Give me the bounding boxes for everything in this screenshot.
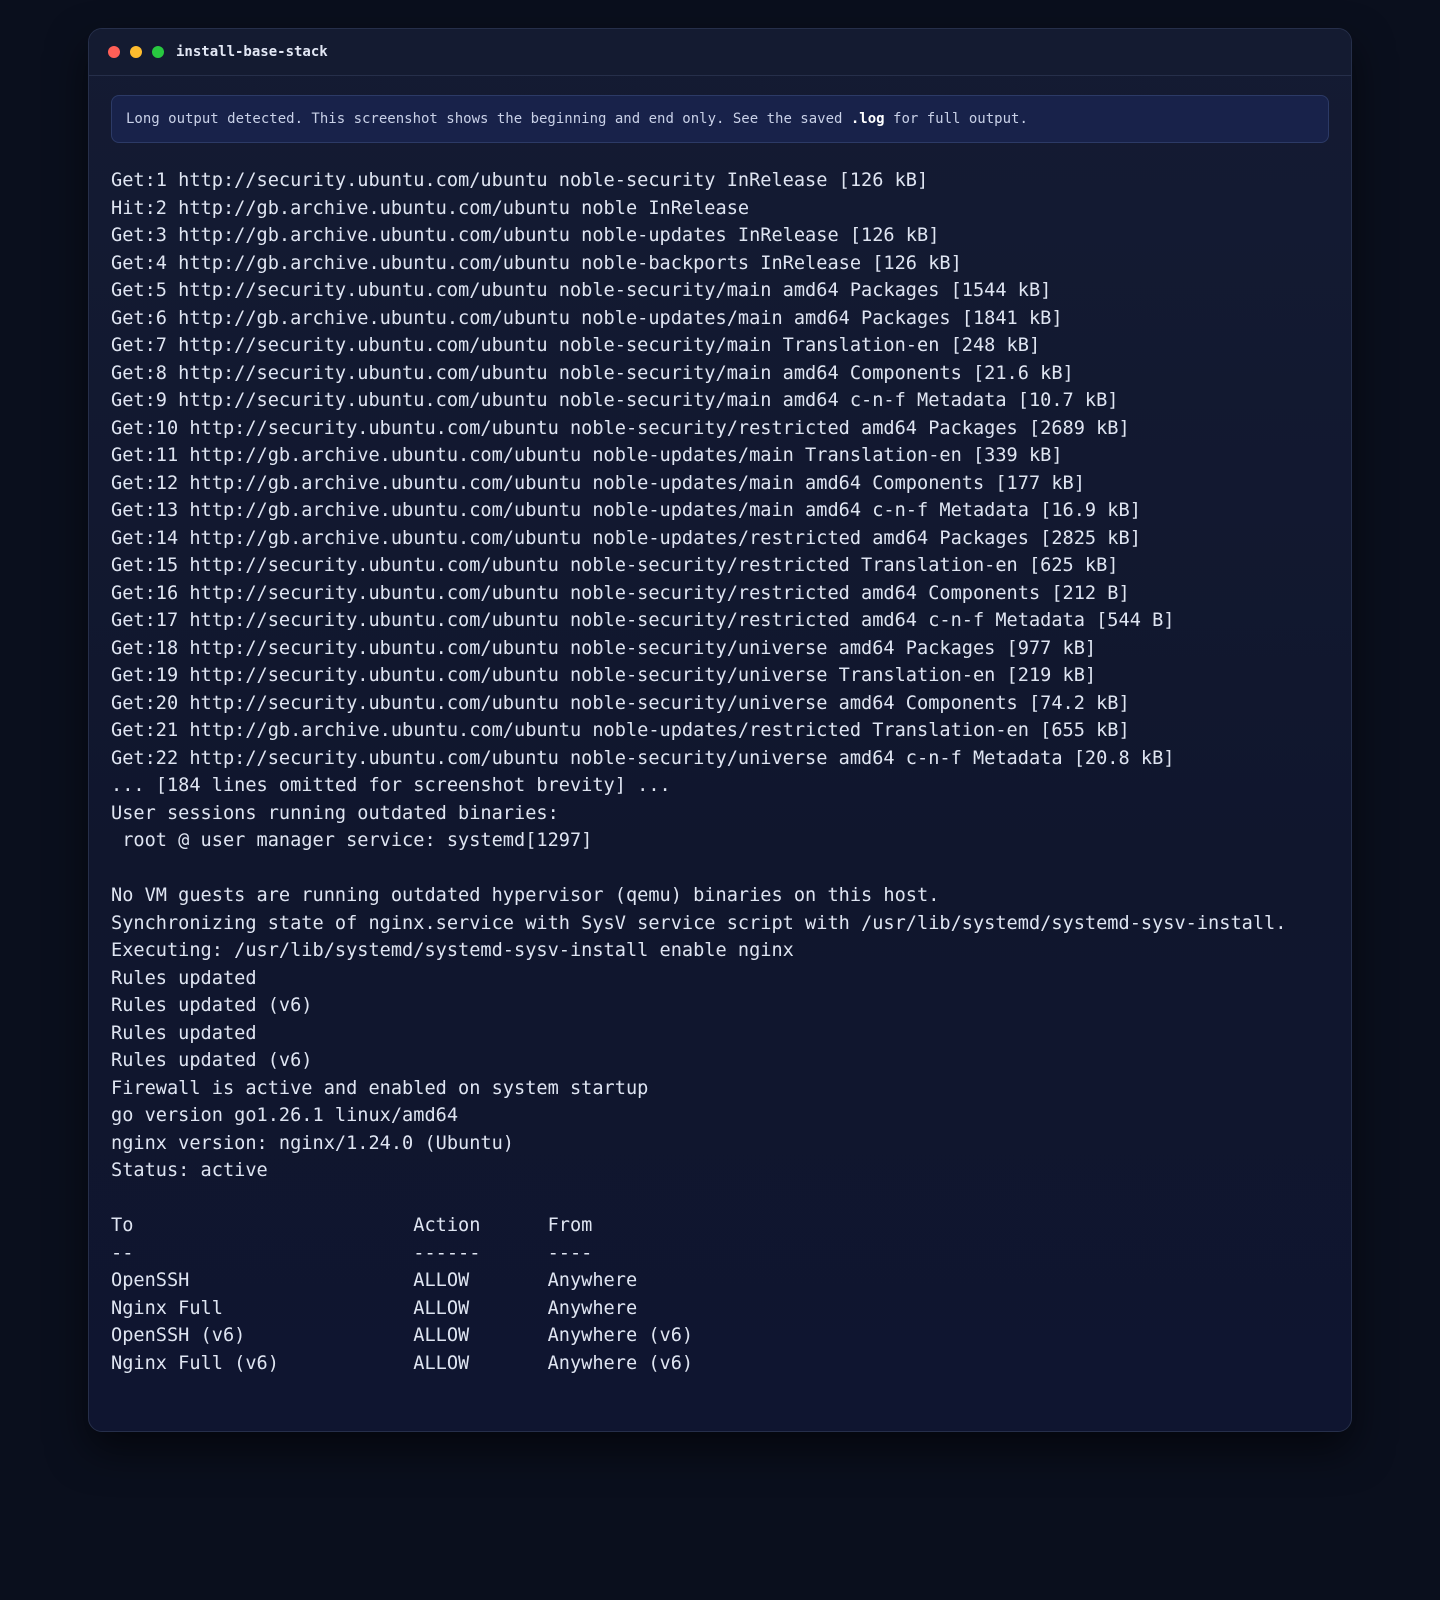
output-line: Status: active xyxy=(111,1160,268,1181)
output-line: Get:11 http://gb.archive.ubuntu.com/ubun… xyxy=(111,445,1063,466)
output-line: Get:15 http://security.ubuntu.com/ubuntu… xyxy=(111,555,1119,576)
output-line: Synchronizing state of nginx.service wit… xyxy=(111,912,1287,934)
close-window-button[interactable] xyxy=(108,46,120,58)
output-line: Rules updated (v6) xyxy=(111,995,313,1016)
output-line: Get:20 http://security.ubuntu.com/ubuntu… xyxy=(111,692,1130,714)
output-line: Firewall is active and enabled on system… xyxy=(111,1077,649,1099)
output-line: Rules updated xyxy=(111,1022,257,1044)
output-line: Get:6 http://gb.archive.ubuntu.com/ubunt… xyxy=(111,307,1063,329)
output-line: Get:19 http://security.ubuntu.com/ubuntu… xyxy=(111,665,1097,686)
output-line: Hit:2 http://gb.archive.ubuntu.com/ubunt… xyxy=(111,197,750,219)
output-line: Rules updated xyxy=(111,967,257,989)
output-line: Get:1 http://security.ubuntu.com/ubuntu … xyxy=(111,170,929,191)
output-line: Get:5 http://security.ubuntu.com/ubuntu … xyxy=(111,280,1052,301)
output-line: Get:16 http://security.ubuntu.com/ubuntu… xyxy=(111,582,1130,604)
output-line: Nginx Full ALLOW Anywhere xyxy=(111,1297,638,1319)
output-line: go version go1.26.1 linux/amd64 xyxy=(111,1105,459,1126)
maximize-window-button[interactable] xyxy=(152,46,164,58)
output-line: Rules updated (v6) xyxy=(111,1050,313,1071)
output-line: Get:12 http://gb.archive.ubuntu.com/ubun… xyxy=(111,472,1085,494)
terminal-output: Get:1 http://security.ubuntu.com/ubuntu … xyxy=(111,167,1286,1377)
output-line: root @ user manager service: systemd[129… xyxy=(111,830,593,851)
output-line: Get:13 http://gb.archive.ubuntu.com/ubun… xyxy=(111,500,1141,521)
output-line: Get:9 http://security.ubuntu.com/ubuntu … xyxy=(111,390,1119,411)
output-line: Executing: /usr/lib/systemd/systemd-sysv… xyxy=(111,940,794,961)
output-line: Get:14 http://gb.archive.ubuntu.com/ubun… xyxy=(111,527,1141,549)
output-line: OpenSSH (v6) ALLOW Anywhere (v6) xyxy=(111,1325,694,1346)
notice-log-extension: .log xyxy=(850,111,885,127)
output-line: To Action From xyxy=(111,1215,593,1236)
notice-text-prefix: Long output detected. This screenshot sh… xyxy=(126,111,851,127)
output-line: User sessions running outdated binaries: xyxy=(111,802,559,824)
minimize-window-button[interactable] xyxy=(130,46,142,58)
output-line: Nginx Full (v6) ALLOW Anywhere (v6) xyxy=(111,1352,694,1374)
terminal-window: install-base-stack Long output detected.… xyxy=(88,28,1352,1432)
output-line: nginx version: nginx/1.24.0 (Ubuntu) xyxy=(111,1132,514,1154)
window-title: install-base-stack xyxy=(176,44,328,60)
output-line: Get:22 http://security.ubuntu.com/ubuntu… xyxy=(111,747,1175,769)
output-line: ... [184 lines omitted for screenshot br… xyxy=(111,775,671,796)
output-line: Get:4 http://gb.archive.ubuntu.com/ubunt… xyxy=(111,252,962,274)
output-line: Get:7 http://security.ubuntu.com/ubuntu … xyxy=(111,335,1041,356)
output-line: OpenSSH ALLOW Anywhere xyxy=(111,1270,638,1291)
notice-text-suffix: for full output. xyxy=(884,111,1028,127)
output-line: Get:8 http://security.ubuntu.com/ubuntu … xyxy=(111,362,1074,384)
title-bar: install-base-stack xyxy=(89,29,1351,76)
output-line: Get:18 http://security.ubuntu.com/ubuntu… xyxy=(111,637,1097,659)
output-line: Get:3 http://gb.archive.ubuntu.com/ubunt… xyxy=(111,225,940,246)
output-line: No VM guests are running outdated hyperv… xyxy=(111,885,940,906)
output-line: Get:17 http://security.ubuntu.com/ubuntu… xyxy=(111,610,1175,631)
output-line: Get:21 http://gb.archive.ubuntu.com/ubun… xyxy=(111,720,1130,741)
output-line: Get:10 http://security.ubuntu.com/ubuntu… xyxy=(111,417,1130,439)
output-line: -- ------ ---- xyxy=(111,1242,593,1264)
long-output-notice: Long output detected. This screenshot sh… xyxy=(111,95,1329,143)
